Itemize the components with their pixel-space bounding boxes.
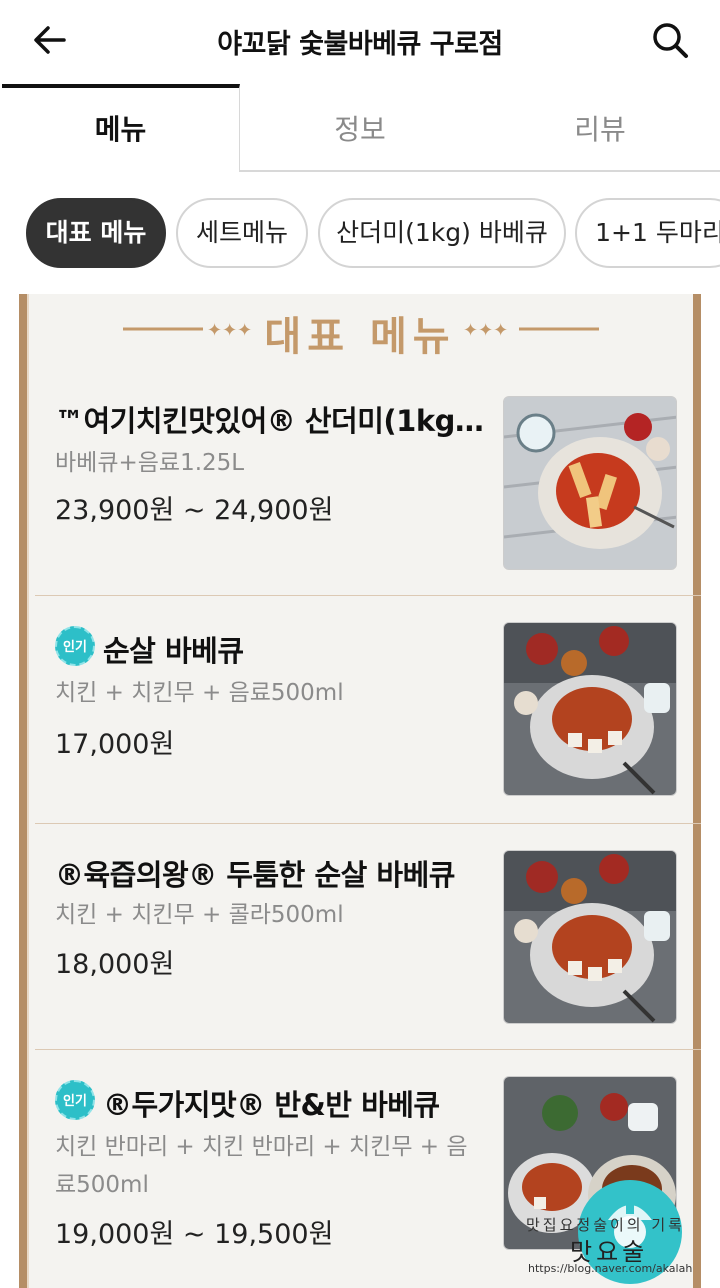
menu-list: ✦✦✦ 대표 메뉴 ✦✦✦ ™여기치킨맛있어® 산더미(1kg… 바베큐+음료1… [0,294,720,1288]
search-icon[interactable] [648,18,694,64]
divider-ornament-right-icon: ✦✦✦ [463,320,599,341]
category-chip-bar[interactable]: 대표 메뉴 세트메뉴 산더미(1kg) 바베큐 1+1 두마리 [0,172,720,294]
popular-badge: 인기 [55,626,95,666]
menu-item-price: 19,000원 ~ 19,500원 [55,1219,334,1250]
menu-item-description: 치킨 + 치킨무 + 콜라500ml [55,902,344,928]
menu-item-name: ®두가지맛® 반&반 바베큐 [103,1088,440,1122]
menu-item-price: 17,000원 [55,729,175,760]
top-app-bar: 야꼬닭 숯불바베큐 구로점 [0,0,720,84]
menu-item-description: 치킨 + 치킨무 + 음료500ml [55,680,344,706]
menu-item-description: 치킨 반마리 + 치킨 반마리 + 치킨무 + 음료500ml [55,1134,468,1198]
menu-item[interactable]: 인기 순살 바베큐 치킨 + 치킨무 + 음료500ml 17,000원 [35,596,701,824]
page-title: 야꼬닭 숯불바베큐 구로점 [217,29,503,60]
chip-two-for-one[interactable]: 1+1 두마리 [575,198,720,268]
menu-board-frame: ✦✦✦ 대표 메뉴 ✦✦✦ ™여기치킨맛있어® 산더미(1kg… 바베큐+음료1… [19,294,701,1288]
menu-item-name: ™여기치킨맛있어® 산더미(1kg… [55,404,484,438]
menu-item-photo [503,850,677,1024]
chip-signature-menu[interactable]: 대표 메뉴 [26,198,166,268]
tab-menu[interactable]: 메뉴 [2,84,240,172]
menu-item[interactable]: ™여기치킨맛있어® 산더미(1kg… 바베큐+음료1.25L 23,900원 ~… [35,364,701,596]
watermark-url: https://blog.naver.com/akalah [528,1262,693,1275]
chip-mountain-bbq[interactable]: 산더미(1kg) 바베큐 [318,198,566,268]
menu-item-description: 바베큐+음료1.25L [55,450,245,476]
back-arrow-icon[interactable] [28,20,72,60]
chip-set-menu[interactable]: 세트메뉴 [176,198,308,268]
svg-text:✦✦✦: ✦✦✦ [463,320,508,341]
menu-item-name: ®육즙의왕® 두툼한 순살 바베큐 [55,858,455,892]
tab-info[interactable]: 정보 [240,84,480,172]
tab-review[interactable]: 리뷰 [480,84,720,172]
menu-item-price: 18,000원 [55,949,175,980]
popular-badge: 인기 [55,1080,95,1120]
menu-item-photo [503,622,677,796]
section-header: ✦✦✦ 대표 메뉴 ✦✦✦ [27,294,693,364]
tab-bar: 메뉴 정보 리뷰 [0,84,720,172]
menu-item-name: 순살 바베큐 [103,634,244,668]
menu-item-photo [503,396,677,570]
menu-item[interactable]: ®육즙의왕® 두툼한 순살 바베큐 치킨 + 치킨무 + 콜라500ml 18,… [35,824,701,1050]
menu-item-price: 23,900원 ~ 24,900원 [55,495,334,526]
